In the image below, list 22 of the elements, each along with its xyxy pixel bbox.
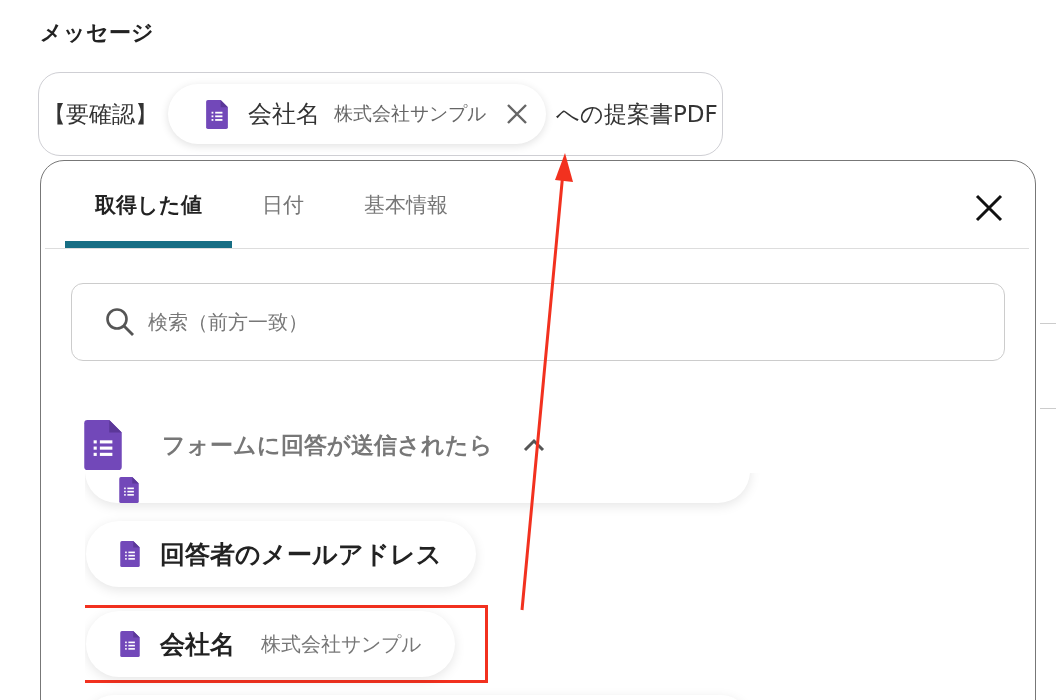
close-icon[interactable] bbox=[975, 194, 1003, 222]
form-icon bbox=[120, 541, 140, 567]
message-text: 【要確認】 bbox=[43, 99, 158, 129]
message-field[interactable]: 【要確認】 会社名 株式会社サンプル への提案書PDF bbox=[38, 72, 723, 156]
message-text: への提案書PDF bbox=[556, 99, 718, 129]
list-item[interactable]: 回答者のメールアドレス bbox=[86, 521, 476, 587]
search-field[interactable]: 検索（前方一致） bbox=[71, 283, 1005, 361]
item-value: 株式会社サンプル bbox=[261, 630, 421, 658]
chip-value: 株式会社サンプル bbox=[334, 101, 486, 126]
tab[interactable]: 日付 bbox=[232, 161, 334, 248]
form-icon bbox=[120, 631, 140, 657]
variable-chip[interactable]: 会社名 株式会社サンプル bbox=[168, 84, 546, 144]
chevron-up-icon[interactable] bbox=[523, 438, 545, 452]
tab[interactable]: 基本情報 bbox=[334, 161, 478, 248]
search-icon bbox=[105, 307, 135, 337]
section-title: フォームに回答が送信されたら bbox=[162, 430, 493, 460]
field-label: メッセージ bbox=[40, 19, 154, 47]
chip-label: 会社名 bbox=[248, 99, 320, 130]
tab[interactable]: 取得した値 bbox=[65, 161, 232, 248]
list-item[interactable]: 会社名 株式会社サンプル bbox=[86, 611, 455, 677]
form-icon bbox=[119, 477, 139, 503]
form-icon bbox=[206, 99, 228, 129]
